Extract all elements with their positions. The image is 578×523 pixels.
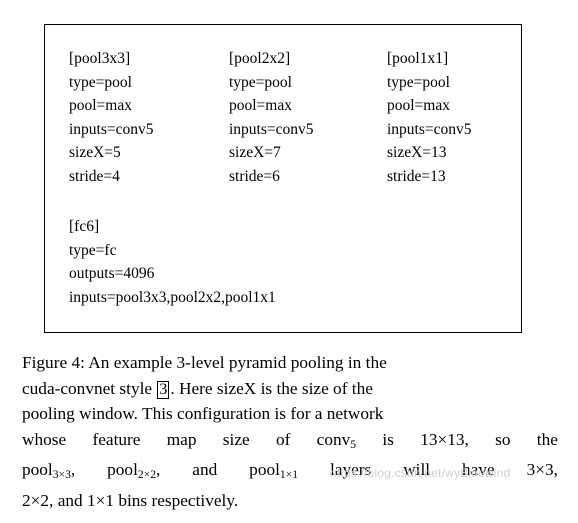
caption-line-1: Figure 4: An example 3-level pyramid poo… xyxy=(22,353,387,372)
config-block-fc6: [fc6] type=fc outputs=4096 inputs=pool3x… xyxy=(69,215,276,309)
caption-text: , xyxy=(70,460,76,480)
caption-math-conv5: conv5 xyxy=(317,427,356,457)
caption-subscript: 5 xyxy=(350,437,357,451)
paper-figure-page: [pool3x3] type=pool pool=max inputs=conv… xyxy=(0,0,578,523)
caption-text: will xyxy=(403,460,431,480)
caption-subscript: 1×1 xyxy=(279,468,299,482)
config-line: stride=6 xyxy=(229,167,280,185)
config-line: type=pool xyxy=(69,73,132,91)
config-line: sizeX=7 xyxy=(229,144,281,162)
caption-text: layers xyxy=(329,460,372,480)
config-line: [pool3x3] xyxy=(69,50,131,67)
caption-line-6: 2×2, and 1×1 bins respectively. xyxy=(22,488,558,514)
config-line: stride=13 xyxy=(387,167,446,185)
config-line: type=pool xyxy=(387,73,450,91)
caption-subscript: 3×3 xyxy=(52,468,71,482)
caption-text: respectively. xyxy=(151,490,239,510)
caption-text: 1×1 xyxy=(86,490,114,510)
caption-text: whose xyxy=(22,429,67,449)
config-line: sizeX=13 xyxy=(387,144,447,162)
config-line: inputs=conv5 xyxy=(387,120,472,138)
config-line: [pool2x2] xyxy=(229,50,291,67)
figure-box: [pool3x3] type=pool pool=max inputs=conv… xyxy=(44,24,522,333)
caption-text: of xyxy=(275,429,291,449)
caption-text: 3×3, xyxy=(526,460,558,480)
caption-line-2: cuda-convnet style 3. Here sizeX is the … xyxy=(22,376,558,402)
caption-text: is xyxy=(382,429,394,449)
config-line: stride=4 xyxy=(69,167,120,185)
caption-math-pool3x3: pool3×3, xyxy=(22,457,75,487)
caption-line-5: pool3×3, pool2×2, and pool1×1 layers will have… xyxy=(22,457,558,487)
config-column-pool1x1: [pool1x1] type=pool pool=max inputs=conv… xyxy=(387,47,527,189)
caption-text: map xyxy=(166,429,197,449)
figure-caption: Figure 4: An example 3-level pyramid poo… xyxy=(22,350,558,513)
config-line: sizeX=5 xyxy=(69,144,121,162)
config-line: pool=max xyxy=(229,97,292,115)
caption-text: bins xyxy=(118,490,148,510)
config-line: inputs=pool3x3,pool2x2,pool1x1 xyxy=(69,288,276,306)
caption-text: style xyxy=(119,378,153,398)
config-line: type=fc xyxy=(69,241,117,259)
caption-text: pool xyxy=(22,460,53,480)
caption-text: conv xyxy=(316,429,351,449)
config-line: inputs=conv5 xyxy=(229,120,314,138)
caption-text: 13×13, xyxy=(420,429,469,449)
caption-text: the xyxy=(536,429,558,449)
caption-math-pool2x2: pool2×2, xyxy=(107,457,160,487)
config-line: [pool1x1] xyxy=(387,50,449,67)
caption-text: pool xyxy=(249,460,280,480)
caption-text: 2×2, xyxy=(22,490,54,510)
config-line: pool=max xyxy=(387,97,450,115)
caption-text: . Here sizeX is the size of the xyxy=(170,378,373,398)
caption-text: and xyxy=(57,490,83,510)
caption-text: feature xyxy=(92,429,141,449)
config-line: inputs=conv5 xyxy=(69,120,154,138)
config-column-pool3x3: [pool3x3] type=pool pool=max inputs=conv… xyxy=(69,47,229,189)
config-line: pool=max xyxy=(69,97,132,115)
citation-ref[interactable]: 3 xyxy=(157,380,170,399)
caption-line-3: pooling window. This configuration is fo… xyxy=(22,404,384,424)
caption-text: size xyxy=(222,429,250,449)
caption-line-4: whose feature map size of conv5 is 13×13, so the xyxy=(22,427,558,457)
caption-text: pool xyxy=(107,460,138,480)
config-line: [fc6] xyxy=(69,218,100,235)
caption-math-pool1x1: pool1×1 xyxy=(249,457,298,487)
config-line: type=pool xyxy=(229,73,292,91)
caption-text: , xyxy=(156,460,161,480)
caption-text: so xyxy=(495,429,511,449)
caption-text: and xyxy=(192,460,218,480)
config-line: outputs=4096 xyxy=(69,265,155,283)
config-column-pool2x2: [pool2x2] type=pool pool=max inputs=conv… xyxy=(229,47,387,189)
config-columns: [pool3x3] type=pool pool=max inputs=conv… xyxy=(69,47,509,189)
caption-text: have xyxy=(462,460,495,480)
caption-text: cuda-convnet xyxy=(22,378,116,398)
caption-subscript: 2×2 xyxy=(137,468,157,482)
